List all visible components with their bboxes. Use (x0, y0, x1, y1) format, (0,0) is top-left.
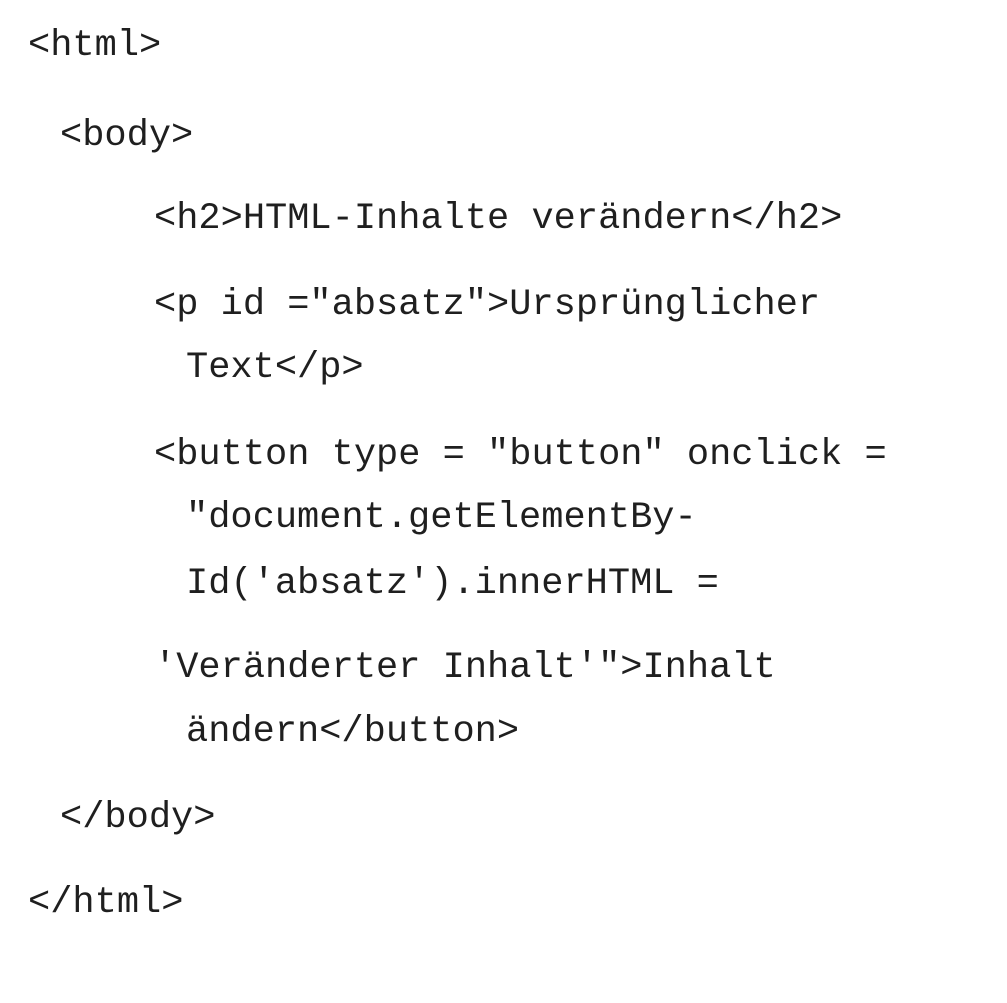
code-line-button-cont-4: ändern</button> (186, 711, 520, 753)
code-line-body-close: </body> (60, 797, 216, 839)
code-line-paragraph: <p id ="absatz">Ursprünglicher (154, 284, 821, 326)
code-line-button-cont-1: "document.getElementBy- (186, 497, 697, 539)
code-line-button: <button type = "button" onclick = (154, 434, 887, 476)
code-line-h2: <h2>HTML-Inhalte verändern</h2> (154, 198, 843, 240)
code-line-html-close: </html> (28, 882, 184, 924)
code-line-button-cont-3: 'Veränderter Inhalt'">Inhalt (154, 647, 776, 689)
code-line-button-cont-2: Id('absatz').innerHTML = (186, 563, 719, 605)
code-listing: <html> <body> <h2>HTML-Inhalte verändern… (0, 0, 1007, 1003)
code-line-paragraph-cont: Text</p> (186, 347, 364, 389)
code-line-body-open: <body> (60, 115, 194, 157)
code-line-html-open: <html> (28, 25, 162, 67)
